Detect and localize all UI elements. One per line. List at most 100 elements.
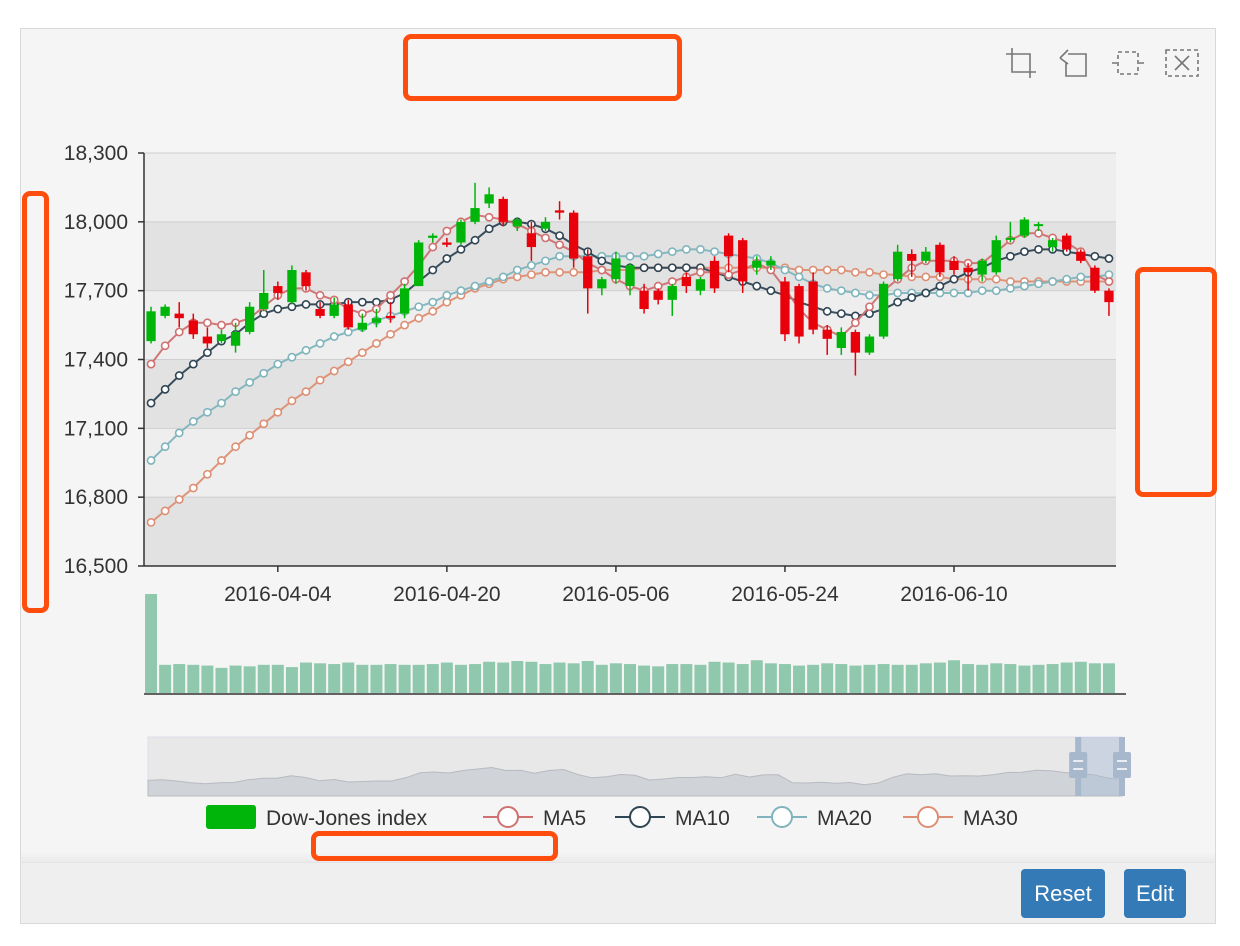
volume-bar [750, 660, 763, 693]
volume-bar [356, 664, 369, 693]
candle-body [498, 198, 508, 222]
ma10-point [174, 371, 184, 380]
volume-bar [905, 664, 918, 693]
volume-bar [525, 661, 538, 693]
ma30-point [879, 270, 888, 280]
volume-bar [497, 662, 510, 693]
ma10-point [597, 256, 607, 266]
zoom-handle-grip [1113, 752, 1131, 778]
annotation-box-legend [311, 831, 558, 861]
ma20-point [301, 345, 311, 355]
volume-bar [793, 665, 806, 693]
grid-band [144, 153, 1116, 222]
candle-body [738, 240, 748, 282]
candle-body [540, 221, 551, 229]
zoom-area-icon[interactable] [1006, 48, 1036, 78]
ma30-point [921, 272, 931, 282]
legend-symbol [917, 806, 939, 828]
ma10-point [1005, 251, 1015, 261]
ma20-point [202, 407, 212, 417]
candle-body [315, 309, 325, 316]
ma10-point [188, 359, 198, 369]
ma30-point [414, 313, 424, 323]
candle-body [385, 315, 396, 319]
candle-body [709, 260, 720, 289]
ma5-point [160, 341, 170, 351]
ma20-point [160, 442, 170, 452]
ma10-point [639, 263, 649, 273]
ma5-point [696, 267, 705, 277]
volume-bar [849, 665, 862, 693]
ma30-point [555, 267, 564, 277]
candle-body [287, 270, 297, 303]
candle-body [1090, 267, 1100, 291]
ma20-point [541, 256, 550, 266]
volume-bar [285, 667, 298, 693]
ma20-point [315, 339, 325, 348]
candle-body [1047, 240, 1058, 248]
volume-bar [680, 664, 693, 693]
edit-button[interactable]: Edit [1124, 869, 1186, 918]
candle-body [963, 267, 973, 273]
legend-label: MA10 [675, 807, 730, 830]
volume-bar [919, 663, 932, 693]
x-tick-label: 2016-04-20 [393, 583, 500, 606]
candle-body [836, 331, 846, 349]
zoom-back-icon[interactable] [1059, 49, 1087, 77]
volume-bar [243, 666, 256, 693]
y-tick-label: 16,800 [64, 486, 128, 509]
candle-body [1005, 237, 1015, 240]
ma20-point [625, 251, 635, 261]
ma10-point [428, 265, 438, 275]
candle-body [428, 235, 438, 238]
volume-bar [778, 664, 791, 693]
brush-clear-icon[interactable] [1165, 49, 1199, 77]
volume-bar [863, 664, 876, 693]
volume-bar [511, 661, 524, 693]
volume-bar [271, 664, 284, 693]
brush-rect-icon[interactable] [1112, 51, 1144, 75]
volume-bar [539, 664, 552, 693]
ma5-point [484, 212, 494, 222]
volume-bar [187, 664, 200, 693]
ma10-point [1020, 247, 1029, 257]
data-zoom-slider[interactable] [147, 736, 1131, 797]
legend: Dow-Jones index MA5 MA10 MA20 MA30 [206, 805, 1018, 830]
candle-body [977, 260, 987, 275]
volume-bar [891, 664, 904, 693]
candle-body [921, 251, 931, 261]
ma5-point [555, 240, 564, 250]
y-tick-label: 18,000 [64, 211, 128, 234]
candle-body [878, 283, 889, 337]
legend-label: MA20 [817, 807, 872, 830]
candle-body [414, 242, 424, 287]
ma20-point [188, 417, 198, 426]
candle-body [343, 304, 353, 328]
volume-bar [215, 667, 228, 693]
annotation-box-right [1135, 267, 1217, 497]
grid-band [144, 428, 1116, 498]
ma10-point [1034, 244, 1043, 254]
reset-button[interactable]: Reset [1021, 869, 1105, 918]
ma10-point [667, 263, 677, 273]
volume-bar [976, 664, 989, 693]
ma20-point [1076, 272, 1086, 282]
ma30-point [850, 267, 860, 277]
ma10-point [836, 309, 846, 319]
volume-bar [173, 664, 186, 693]
volume-bar [1032, 664, 1045, 693]
volume-bar [553, 662, 566, 693]
volume-bar [962, 664, 975, 693]
ma5-point [217, 320, 226, 330]
ma10-point [484, 224, 494, 234]
ma10-point [357, 297, 367, 307]
ma20-point [526, 261, 536, 270]
candle-body [526, 233, 537, 248]
ma20-point [696, 244, 705, 254]
volume-bar [708, 661, 721, 693]
volume-bar [300, 662, 312, 693]
candle-body [935, 244, 945, 273]
volume-bar [483, 661, 496, 693]
ma20-point [850, 288, 860, 298]
candle-body [357, 322, 367, 330]
